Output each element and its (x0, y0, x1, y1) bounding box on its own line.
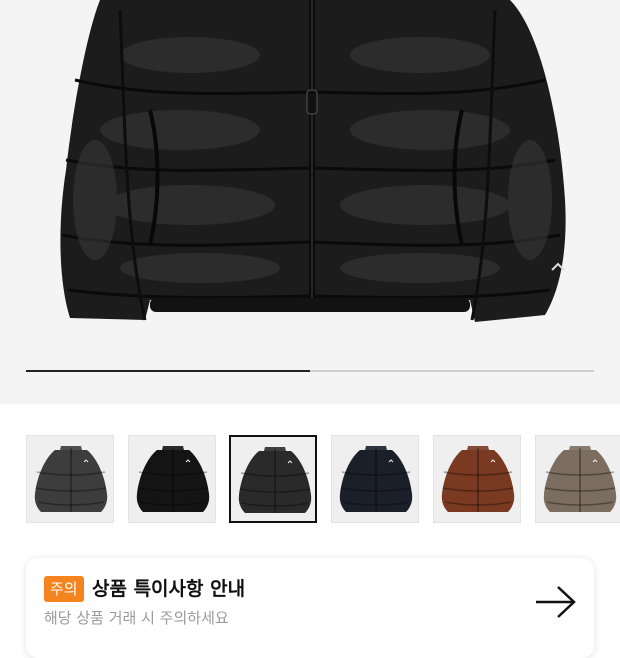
notice-title: 상품 특이사항 안내 (92, 578, 246, 600)
notice-subtitle: 해당 상품 거래 시 주의하세요 (44, 609, 229, 627)
thumbnail-5[interactable] (433, 435, 521, 523)
caution-badge: 주의 (44, 576, 84, 602)
thumbnail-6[interactable] (535, 435, 620, 523)
gallery-progress-bar (26, 370, 594, 372)
thumbnail-1[interactable] (26, 435, 114, 523)
thumbnail-2[interactable] (128, 435, 216, 523)
thumbnail-4[interactable] (331, 435, 419, 523)
thumbnail-3[interactable] (229, 435, 317, 523)
product-image-area[interactable] (0, 0, 620, 404)
thumbnail-strip (0, 435, 620, 527)
notice-card[interactable]: 주의 상품 특이사항 안내 해당 상품 거래 시 주의하세요 (26, 558, 594, 658)
gallery-progress-fill (26, 370, 310, 372)
arrow-right-icon[interactable] (534, 584, 578, 620)
jacket-main-image (60, 0, 566, 322)
